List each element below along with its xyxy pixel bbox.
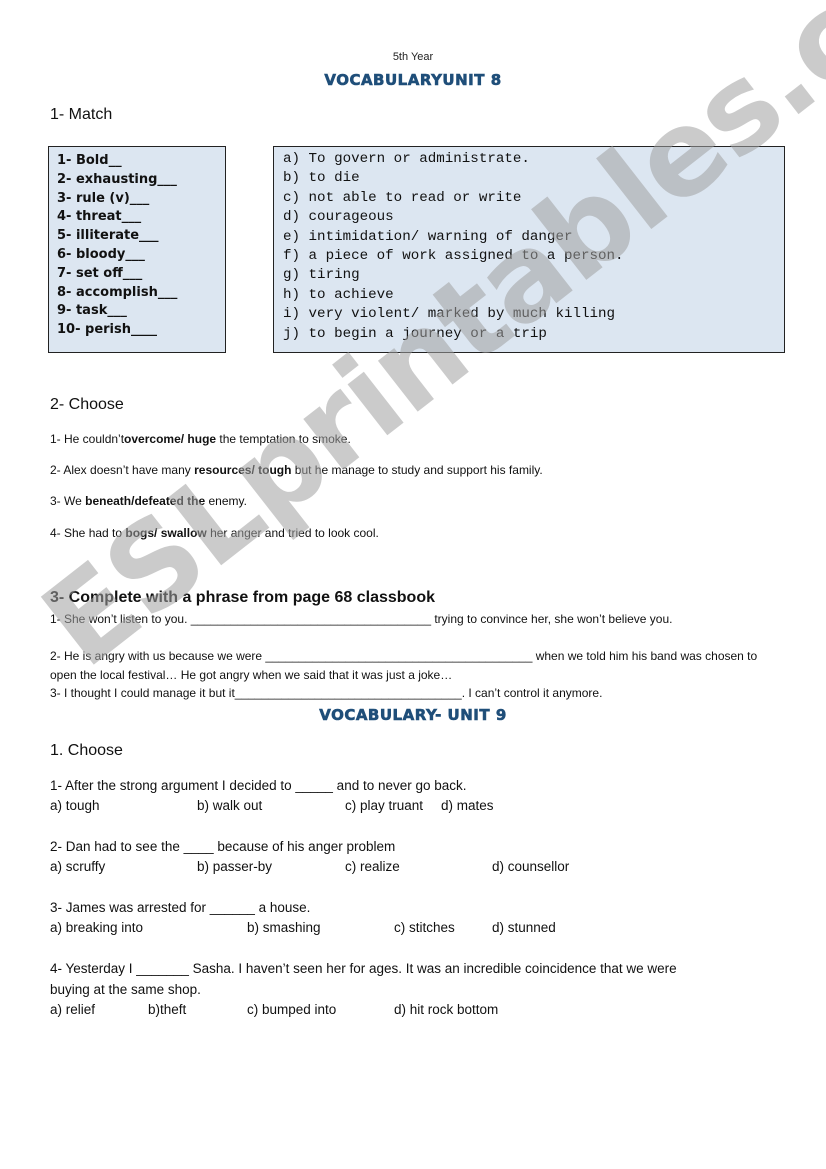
- option: d) hit rock bottom: [394, 1002, 499, 1017]
- definition-item: g) tiring: [283, 267, 360, 284]
- complete-item-3: 3- I thought I could manage it but it___…: [50, 686, 603, 700]
- sentence-text: enemy.: [205, 494, 247, 508]
- sentence-text: 1- He couldn’t: [50, 432, 125, 446]
- option: c) bumped into: [247, 1002, 337, 1017]
- section-complete-heading: 3- Complete with a phrase from page 68 c…: [50, 589, 435, 606]
- definition-item: h) to achieve: [283, 286, 394, 303]
- option: a) breaking into: [50, 920, 144, 935]
- word-list-box: 1- Bold__ 2- exhausting___ 3- rule (v)__…: [48, 146, 226, 353]
- option: a) tough: [50, 798, 100, 813]
- choose-sentence-3: 3- We beneath/defeated the enemy.: [50, 494, 247, 508]
- option: b) smashing: [247, 920, 321, 935]
- sentence-text: 3- We: [50, 494, 86, 508]
- word-item: 3- rule (v)___: [57, 190, 150, 206]
- word-item: 9- task___: [57, 303, 127, 319]
- option: b)theft: [148, 1002, 187, 1017]
- option: a) scruffy: [50, 859, 106, 874]
- word-item: 1- Bold__: [57, 153, 122, 168]
- sentence-text: her anger and tried to look cool.: [206, 526, 379, 540]
- option: b) passer-by: [197, 859, 273, 874]
- option: d) mates: [441, 798, 494, 813]
- word-item: 6- bloody___: [57, 246, 145, 262]
- question-3: 3- James was arrested for ______ a house…: [50, 900, 311, 915]
- sentence-options: resources/ tough: [194, 463, 292, 477]
- definition-list-box: a) To govern or administrate. b) to die …: [273, 146, 785, 353]
- option: c) stitches: [394, 920, 455, 935]
- option: c) realize: [345, 859, 400, 874]
- definition-item: j) to begin a journey or a trip: [283, 325, 547, 342]
- section-choose-heading: 2- Choose: [50, 396, 124, 413]
- definition-item: a) To govern or administrate.: [283, 151, 530, 167]
- sentence-text: 4- She had to: [50, 526, 126, 540]
- question-1: 1- After the strong argument I decided t…: [50, 778, 467, 793]
- complete-item-2: 2- He is angry with us because we were _…: [50, 649, 758, 682]
- sentence-options: beneath/defeated the: [85, 494, 206, 508]
- choose-sentence-2: 2- Alex doesn’t have many resources/ tou…: [50, 463, 543, 477]
- question-2: 2- Dan had to see the ____ because of hi…: [50, 839, 396, 854]
- option: b) walk out: [197, 798, 263, 813]
- word-item: 7- set off___: [57, 265, 143, 281]
- unit-9-title: VOCABULARY- UNIT 9: [319, 706, 507, 725]
- definition-item: f) a piece of work assigned to a person.: [283, 248, 624, 265]
- word-item: 5- illiterate___: [57, 228, 159, 244]
- question-4-continued: buying at the same shop.: [50, 982, 201, 997]
- word-item: 4- threat___: [57, 209, 142, 225]
- choose-sentence-4: 4- She had to bogs/ swallow her anger an…: [50, 526, 379, 540]
- option: d) stunned: [492, 920, 556, 935]
- word-item: 2- exhausting___: [57, 171, 177, 187]
- definition-item: d) courageous: [283, 209, 394, 226]
- definition-item: e) intimidation/ warning of danger: [283, 228, 573, 245]
- sentence-options: overcome/ huge: [124, 432, 217, 446]
- option: c) play truant: [345, 798, 424, 813]
- worksheet-page: 5th Year VOCABULARYUNIT 8 1- Match 1- Bo…: [0, 0, 826, 1169]
- question-4: 4- Yesterday I _______ Sasha. I haven’t …: [50, 961, 677, 976]
- sentence-text: 2- Alex doesn’t have many: [50, 463, 195, 477]
- unit9-choose-heading: 1. Choose: [50, 742, 123, 759]
- word-item: 8- accomplish___: [57, 284, 178, 300]
- option: d) counsellor: [492, 859, 570, 874]
- year-label: 5th Year: [392, 51, 434, 63]
- definition-item: i) very violent/ marked by much killing: [283, 306, 616, 323]
- complete-item-1: 1- She won’t listen to you. ____________…: [50, 612, 673, 626]
- definition-item: b) to die: [283, 170, 360, 187]
- sentence-text: the temptation to smoke.: [216, 432, 351, 446]
- choose-sentence-1: 1- He couldn’tovercome/ huge the temptat…: [50, 432, 351, 446]
- definition-item: c) not able to read or write: [283, 189, 522, 206]
- option: a) relief: [50, 1002, 96, 1017]
- unit-8-title: VOCABULARYUNIT 8: [324, 71, 502, 90]
- word-item: 10- perish____: [57, 322, 157, 338]
- sentence-text: but he manage to study and support his f…: [291, 463, 543, 477]
- sentence-options: bogs/ swallow: [125, 526, 207, 540]
- section-match-heading: 1- Match: [50, 106, 113, 123]
